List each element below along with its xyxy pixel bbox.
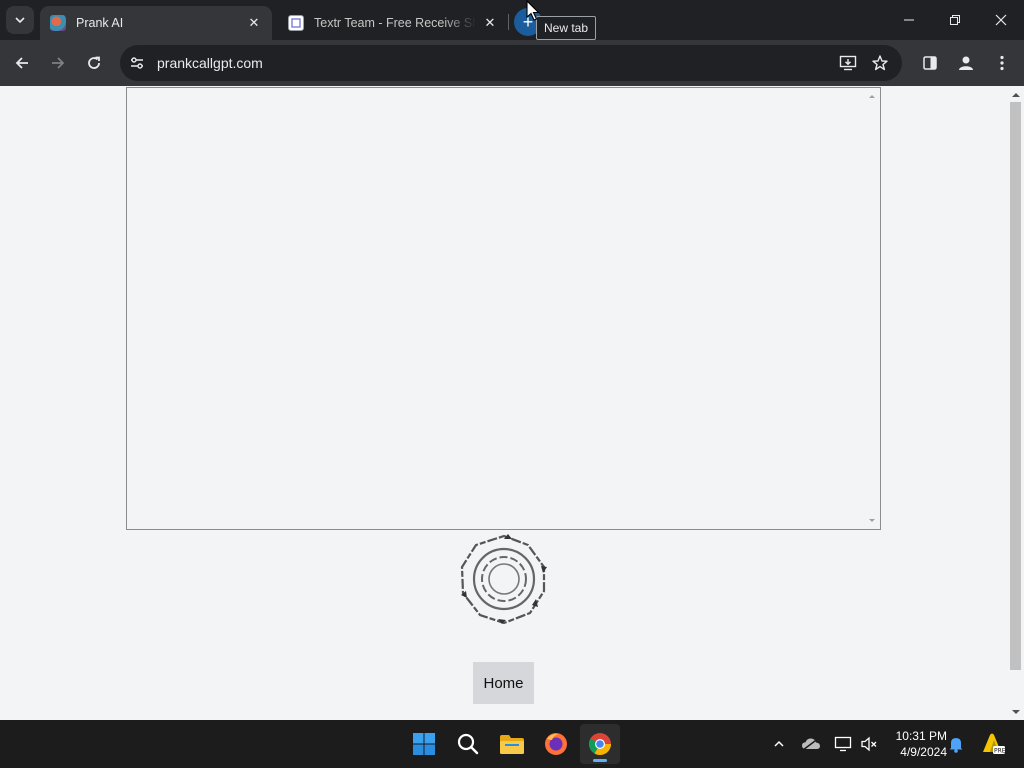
scroll-up-icon[interactable]	[864, 90, 880, 102]
reload-button[interactable]	[78, 47, 110, 79]
chrome-button[interactable]	[580, 724, 620, 764]
page-content: Home	[0, 86, 1024, 720]
install-app-icon[interactable]	[839, 54, 857, 72]
browser-toolbar: prankcallgpt.com	[0, 40, 1024, 86]
chevron-up-icon	[774, 740, 784, 747]
svg-text:PRE: PRE	[994, 748, 1006, 755]
mouse-cursor-icon	[526, 0, 540, 21]
page-scrollbar[interactable]	[1008, 86, 1024, 720]
prank-ai-favicon-icon	[50, 15, 66, 31]
scroll-down-icon[interactable]	[1008, 706, 1024, 718]
windows-taskbar: 10:31 PM 4/9/2024 PRE	[0, 720, 1024, 768]
file-explorer-button[interactable]	[492, 724, 532, 764]
tab-search-button[interactable]	[6, 6, 34, 34]
scrollbar-thumb[interactable]	[1010, 102, 1021, 670]
minimize-button[interactable]	[886, 0, 932, 40]
notification-bell-icon[interactable]	[944, 732, 968, 756]
back-button[interactable]	[6, 47, 38, 79]
restore-icon	[950, 15, 960, 25]
close-tab-icon[interactable]: ✕	[482, 15, 498, 31]
tab-separator	[508, 14, 509, 30]
scroll-up-icon[interactable]	[1008, 89, 1024, 101]
bookmark-star-icon[interactable]	[871, 54, 889, 72]
tab-title: Textr Team - Free Receive SMS Online	[314, 16, 476, 30]
onedrive-icon[interactable]	[799, 732, 823, 756]
close-window-button[interactable]	[978, 0, 1024, 40]
profile-icon	[959, 56, 973, 70]
show-hidden-icons-button[interactable]	[767, 732, 791, 756]
tab-title: Prank AI	[76, 16, 124, 30]
textr-favicon-icon	[288, 15, 304, 31]
tab-prank-ai[interactable]: Prank AI ✕	[40, 6, 272, 40]
tab-textr-team[interactable]: Textr Team - Free Receive SMS Online ✕	[278, 6, 508, 40]
new-tab-tooltip: New tab	[536, 16, 597, 40]
menu-button[interactable]	[986, 47, 1018, 79]
folder-icon	[500, 735, 524, 754]
search-icon	[457, 733, 479, 755]
prank-ai-logo-icon	[460, 534, 547, 625]
embedded-frame[interactable]	[126, 87, 881, 530]
home-button[interactable]: Home	[473, 662, 534, 704]
firefox-button[interactable]	[536, 724, 576, 764]
profile-button[interactable]	[950, 47, 982, 79]
volume-muted-icon[interactable]	[857, 732, 881, 756]
network-icon[interactable]	[831, 732, 855, 756]
reload-icon	[88, 56, 100, 69]
copilot-pre-icon[interactable]: PRE	[978, 732, 1008, 756]
active-app-indicator	[593, 759, 607, 762]
windows-logo-icon	[413, 733, 435, 755]
minimize-icon	[904, 19, 914, 21]
more-vert-icon	[1000, 55, 1004, 71]
start-button[interactable]	[404, 724, 444, 764]
clock-date: 4/9/2024	[900, 745, 947, 759]
address-bar[interactable]: prankcallgpt.com	[120, 45, 902, 81]
forward-button[interactable]	[42, 47, 74, 79]
chrome-icon	[589, 733, 611, 755]
close-icon	[995, 14, 1007, 26]
arrow-left-icon	[15, 57, 28, 69]
close-tab-icon[interactable]: ✕	[246, 15, 262, 31]
chevron-down-icon	[15, 17, 25, 24]
site-info-icon[interactable]	[128, 54, 146, 72]
tab-strip: Prank AI ✕ Textr Team - Free Receive SMS…	[0, 0, 1024, 40]
scroll-down-icon[interactable]	[864, 515, 880, 527]
side-panel-icon	[923, 56, 937, 70]
url-text: prankcallgpt.com	[157, 55, 263, 71]
clock-time: 10:31 PM	[895, 729, 947, 743]
side-panel-button[interactable]	[914, 47, 946, 79]
frame-scrollbar[interactable]	[864, 88, 880, 529]
search-button[interactable]	[448, 724, 488, 764]
restore-button[interactable]	[932, 0, 978, 40]
arrow-right-icon	[52, 57, 65, 69]
firefox-icon	[545, 733, 567, 755]
system-clock[interactable]: 10:31 PM 4/9/2024	[885, 728, 947, 760]
